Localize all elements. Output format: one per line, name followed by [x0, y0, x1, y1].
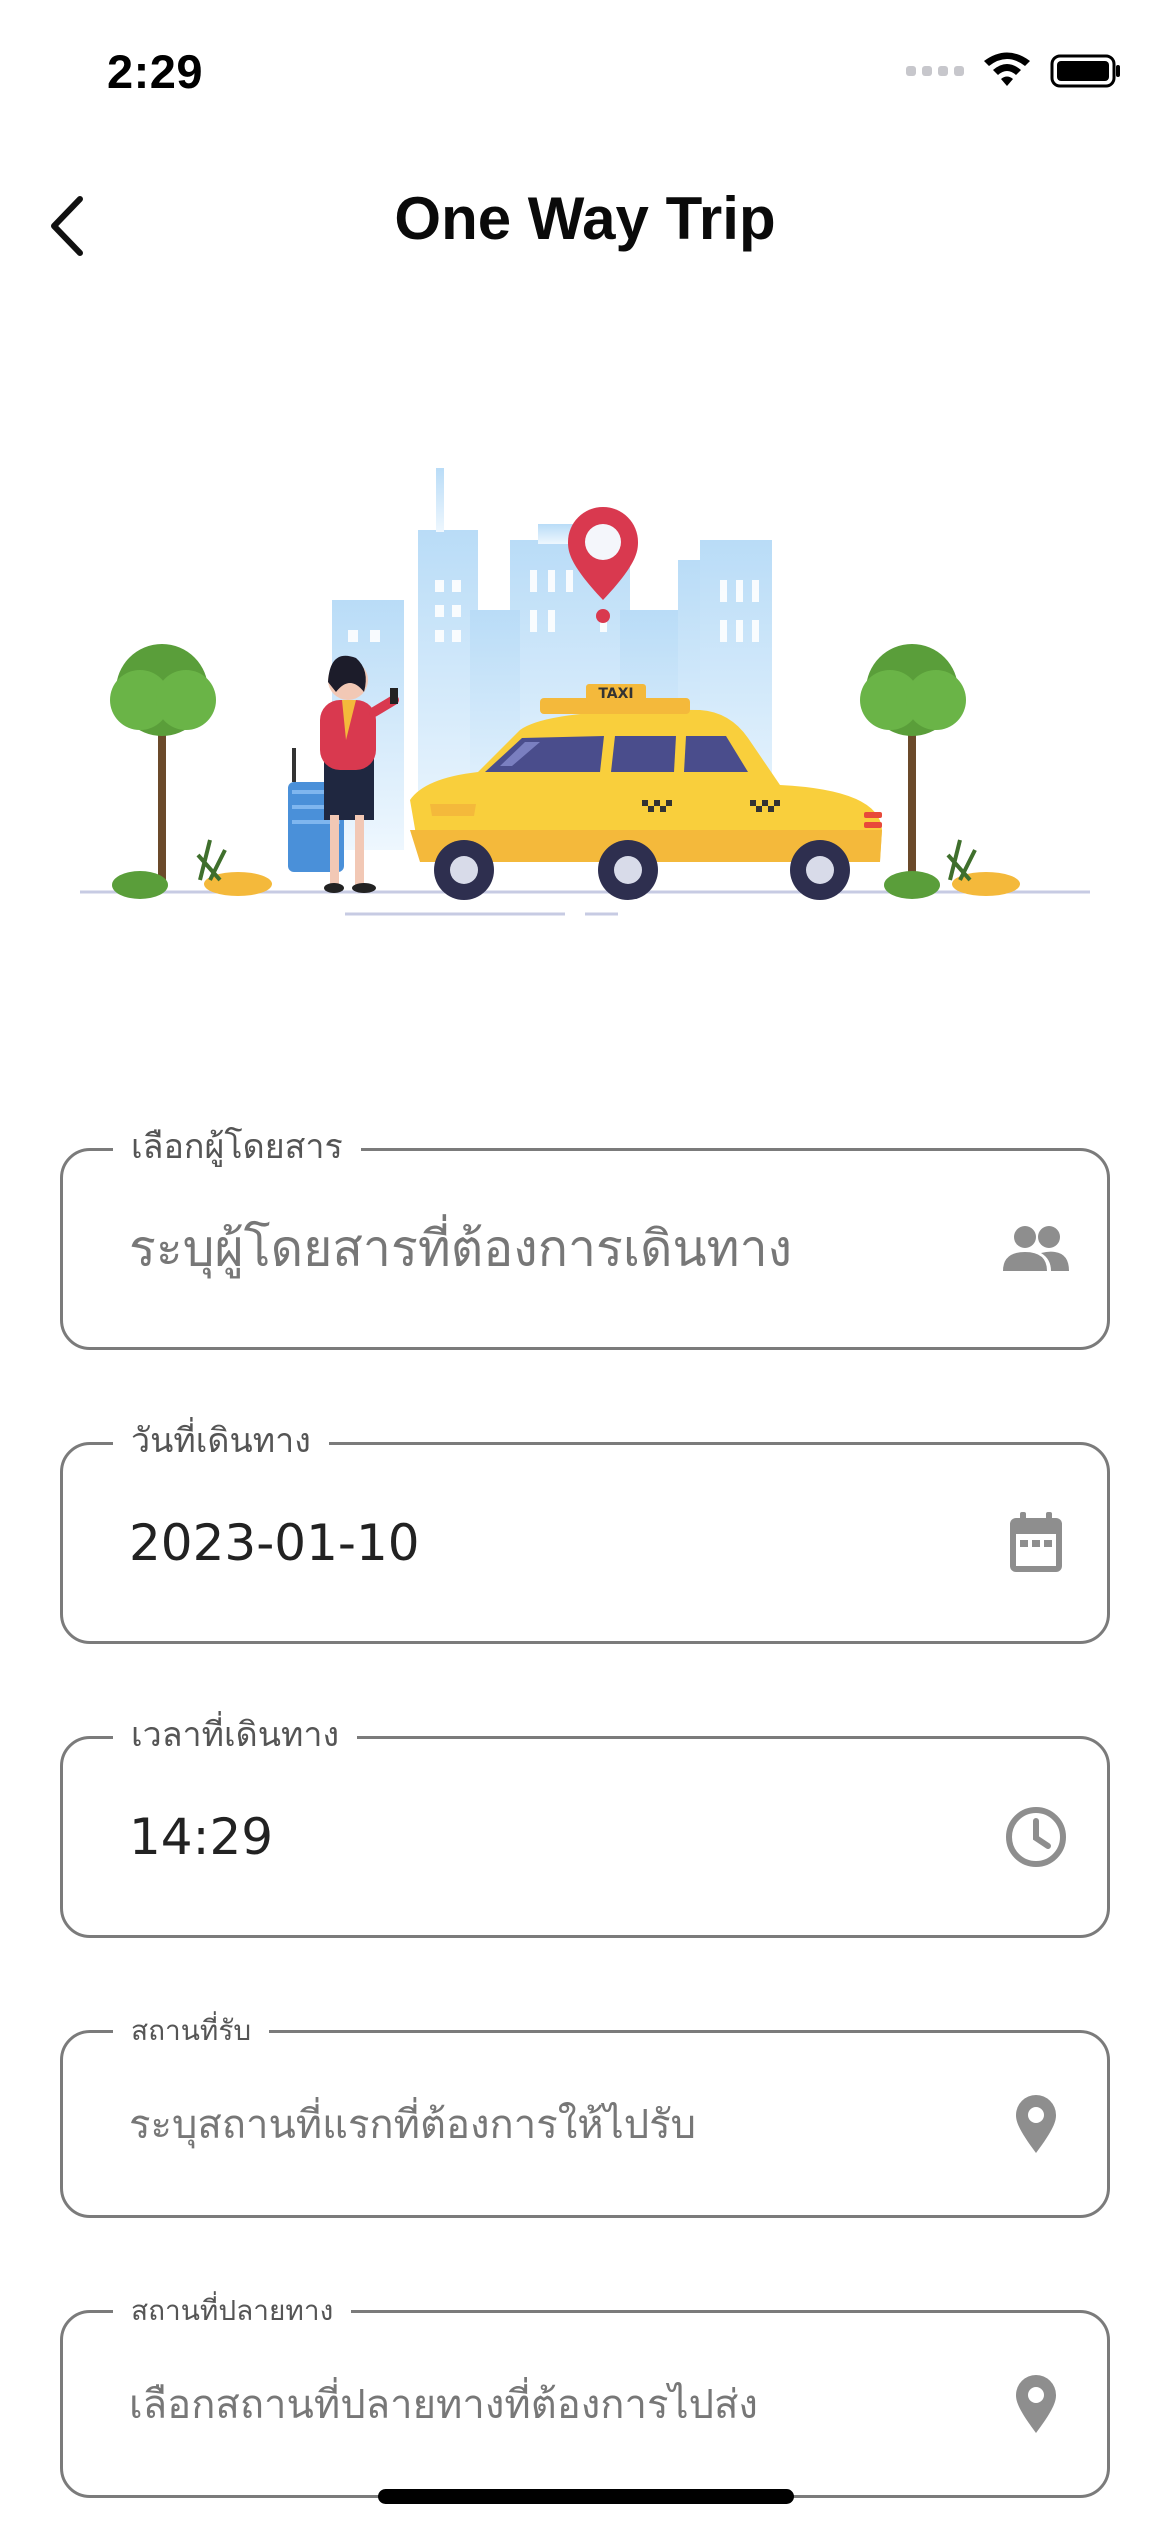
home-indicator: [378, 2489, 794, 2504]
calendar-icon[interactable]: [1001, 1508, 1071, 1578]
taxi-sign-label: TAXI: [598, 686, 633, 702]
pickup-location-field-label: สถานที่รับ: [113, 2007, 270, 2055]
clock-icon[interactable]: [1001, 1802, 1071, 1872]
travel-time-value: 14:29: [129, 1808, 274, 1866]
battery-icon: [1050, 54, 1120, 88]
status-time: 2:29: [107, 45, 204, 98]
location-pin-icon: [1001, 2089, 1071, 2159]
pickup-location-placeholder: ระบุสถานที่แรกที่ต้องการให้ไปรับ: [129, 2102, 696, 2148]
page-title: One Way Trip: [394, 185, 776, 252]
passenger-field-label: เลือกผู้โดยสาร: [113, 1121, 361, 1173]
passenger-field-placeholder: ระบุผู้โดยสารที่ต้องการเดินทาง: [129, 1219, 793, 1278]
destination-field-label: สถานที่ปลายทาง: [113, 2287, 352, 2335]
travel-time-field[interactable]: เวลาที่เดินทาง 14:29: [60, 1709, 1110, 1938]
travel-time-field-label: เวลาที่เดินทาง: [113, 1709, 358, 1761]
people-icon: [1001, 1214, 1071, 1284]
passenger-field[interactable]: เลือกผู้โดยสาร ระบุผู้โดยสารที่ต้องการเด…: [60, 1121, 1110, 1350]
location-pin-icon: [1001, 2369, 1071, 2439]
status-icons: [906, 52, 1122, 90]
wifi-icon: [984, 52, 1030, 86]
tree-left: [110, 644, 272, 899]
pickup-location-field[interactable]: สถานที่รับ ระบุสถานที่แรกที่ต้องการให้ไป…: [60, 2007, 1110, 2218]
taxi-city-illustration: TAXI: [80, 468, 1090, 916]
travel-date-field[interactable]: วันที่เดินทาง 2023-01-10: [60, 1415, 1110, 1644]
cellular-signal-icon: [906, 66, 964, 76]
destination-field[interactable]: สถานที่ปลายทาง เลือกสถานที่ปลายทางที่ต้อ…: [60, 2287, 1110, 2498]
travel-date-field-label: วันที่เดินทาง: [113, 1415, 329, 1467]
tree-right: [860, 644, 1020, 899]
travel-date-value: 2023-01-10: [129, 1514, 420, 1572]
destination-placeholder: เลือกสถานที่ปลายทางที่ต้องการไปส่ง: [129, 2382, 758, 2428]
